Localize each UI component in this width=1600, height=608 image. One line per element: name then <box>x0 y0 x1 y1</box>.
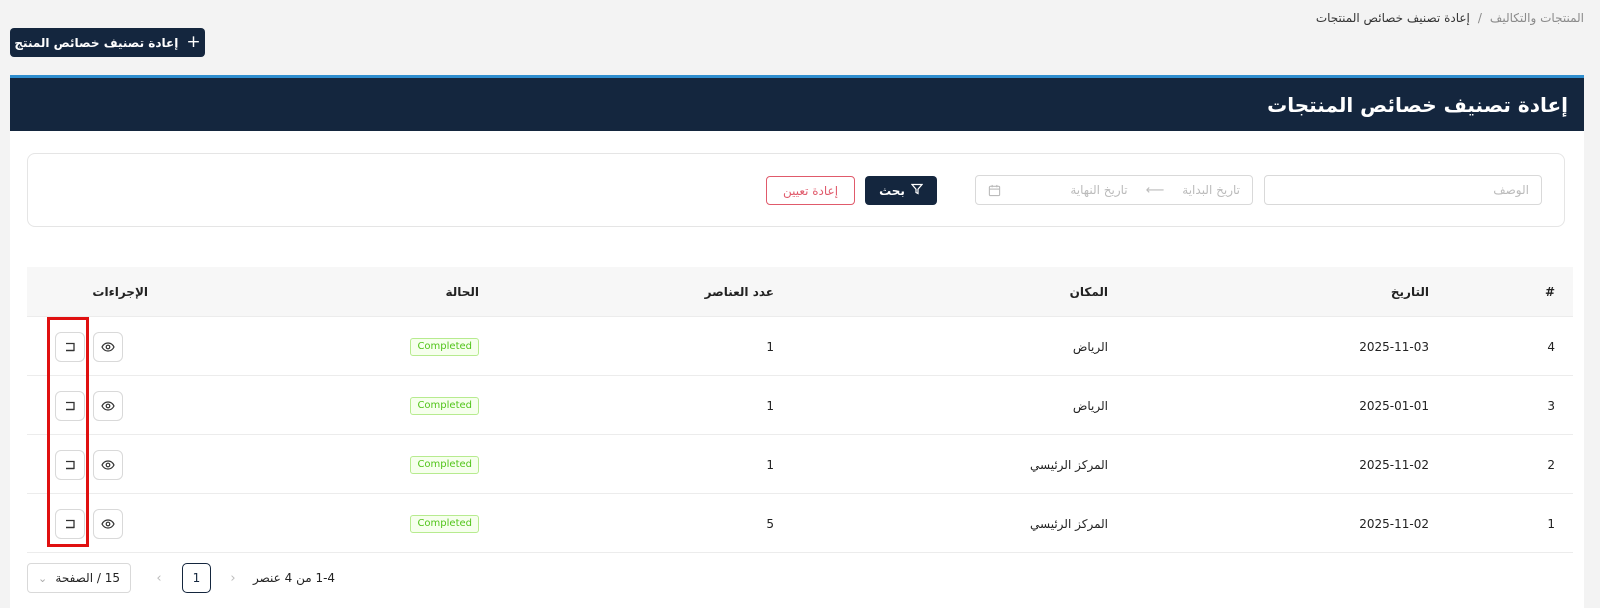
eye-icon <box>101 519 115 529</box>
cell-location: المركز الرئيسي <box>1030 457 1108 472</box>
cell-date: 2025-11-03 <box>1359 339 1429 354</box>
cell-location: الرياض <box>1072 398 1108 413</box>
view-button[interactable] <box>93 509 123 539</box>
cell-item-count: 1 <box>766 398 774 413</box>
chevron-left-icon: ‹ <box>156 570 162 586</box>
next-page-button[interactable]: › <box>223 563 243 593</box>
view-button[interactable] <box>93 450 123 480</box>
add-reclassification-button[interactable]: + إعادة تصنيف خصائص المنتج <box>10 28 205 57</box>
pagination-total: 1-4 من 4 عنصر <box>253 571 336 585</box>
description-input[interactable] <box>1264 175 1542 205</box>
filter-icon <box>910 183 924 198</box>
cell-status: Completed <box>410 435 479 494</box>
cell-location: المركز الرئيسي <box>1030 516 1108 531</box>
return-icon <box>66 460 75 470</box>
status-badge: Completed <box>410 514 479 533</box>
cell-status: Completed <box>410 376 479 435</box>
filter-panel: تاريخ البداية ⟵ تاريخ النهاية بحث إعادة … <box>27 153 1565 227</box>
breadcrumb-separator: / <box>1477 11 1482 25</box>
plus-icon: + <box>186 32 201 52</box>
add-button-label: إعادة تصنيف خصائص المنتج <box>14 35 179 50</box>
cell-item-count: 1 <box>766 457 774 472</box>
cell-index: 2 <box>1547 457 1555 472</box>
col-index: # <box>1545 267 1555 317</box>
return-icon <box>66 519 75 529</box>
end-date-placeholder: تاريخ النهاية <box>1070 183 1128 197</box>
col-item-count: عدد العناصر <box>705 267 774 317</box>
search-button[interactable]: بحث <box>865 176 937 205</box>
arrow-left-icon: ⟵ <box>1145 182 1165 198</box>
cell-status: Completed <box>410 317 479 376</box>
col-location-label: المكان <box>1069 285 1108 299</box>
calendar-icon <box>988 184 1001 197</box>
status-badge: Completed <box>410 396 479 415</box>
cell-item-count: 5 <box>766 516 774 531</box>
status-badge: Completed <box>410 337 479 356</box>
cell-status: Completed <box>410 494 479 553</box>
table-header: # التاريخ المكان عدد العناصر الحالة الإج… <box>27 267 1573 317</box>
cell-date: 2025-11-02 <box>1359 516 1429 531</box>
return-icon <box>66 401 75 411</box>
view-button[interactable] <box>93 332 123 362</box>
page-1-button[interactable]: 1 <box>182 563 211 593</box>
eye-icon <box>101 342 115 352</box>
card-header: إعادة تصنيف خصائص المنتجات <box>10 75 1584 131</box>
col-actions-label: الإجراءات <box>92 285 148 299</box>
cell-date: 2025-11-02 <box>1359 457 1429 472</box>
cell-index: 1 <box>1547 516 1555 531</box>
chevron-down-icon: ⌄ <box>38 571 48 585</box>
date-range-picker[interactable]: تاريخ البداية ⟵ تاريخ النهاية <box>975 175 1253 205</box>
prev-page-button[interactable]: ‹ <box>149 563 169 593</box>
col-item-count-label: عدد العناصر <box>704 285 774 299</box>
status-badge: Completed <box>410 455 479 474</box>
page-size-label: 15 / الصفحة <box>55 571 120 585</box>
cell-date: 2025-01-01 <box>1359 398 1429 413</box>
return-button[interactable] <box>55 332 85 362</box>
eye-icon <box>101 401 115 411</box>
cell-index: 3 <box>1547 398 1555 413</box>
cell-item-count: 1 <box>766 339 774 354</box>
col-date-label: التاريخ <box>1390 285 1429 299</box>
return-icon <box>66 342 75 352</box>
table-row: 1 2025-11-02 المركز الرئيسي 5 Completed <box>27 494 1573 553</box>
reset-button[interactable]: إعادة تعيين <box>766 176 855 205</box>
eye-icon <box>101 460 115 470</box>
col-actions: الإجراءات <box>92 267 148 317</box>
breadcrumb-parent[interactable]: المنتجات والتكاليف <box>1490 11 1584 25</box>
table-row: 2 2025-11-02 المركز الرئيسي 1 Completed <box>27 435 1573 494</box>
col-location: المكان <box>1070 267 1108 317</box>
cell-location: الرياض <box>1072 339 1108 354</box>
return-button[interactable] <box>55 450 85 480</box>
page-size-select[interactable]: 15 / الصفحة ⌄ <box>27 563 131 593</box>
breadcrumb: المنتجات والتكاليف / إعادة تصنيف خصائص ا… <box>1316 11 1584 25</box>
chevron-right-icon: › <box>230 570 236 586</box>
col-index-label: # <box>1544 285 1555 299</box>
return-button[interactable] <box>55 391 85 421</box>
cell-index: 4 <box>1547 339 1555 354</box>
reclassification-table: # التاريخ المكان عدد العناصر الحالة الإج… <box>27 267 1573 553</box>
table-row: 3 2025-01-01 الرياض 1 Completed <box>27 376 1573 435</box>
page-title: إعادة تصنيف خصائص المنتجات <box>1267 92 1568 117</box>
view-button[interactable] <box>93 391 123 421</box>
search-label: بحث <box>879 183 905 198</box>
return-button[interactable] <box>55 509 85 539</box>
col-status: الحالة <box>445 267 479 317</box>
col-status-label: الحالة <box>445 285 479 299</box>
col-date: التاريخ <box>1391 267 1429 317</box>
breadcrumb-current: إعادة تصنيف خصائص المنتجات <box>1315 11 1470 25</box>
table-row: 4 2025-11-03 الرياض 1 Completed <box>27 317 1573 376</box>
start-date-placeholder: تاريخ البداية <box>1182 183 1240 197</box>
